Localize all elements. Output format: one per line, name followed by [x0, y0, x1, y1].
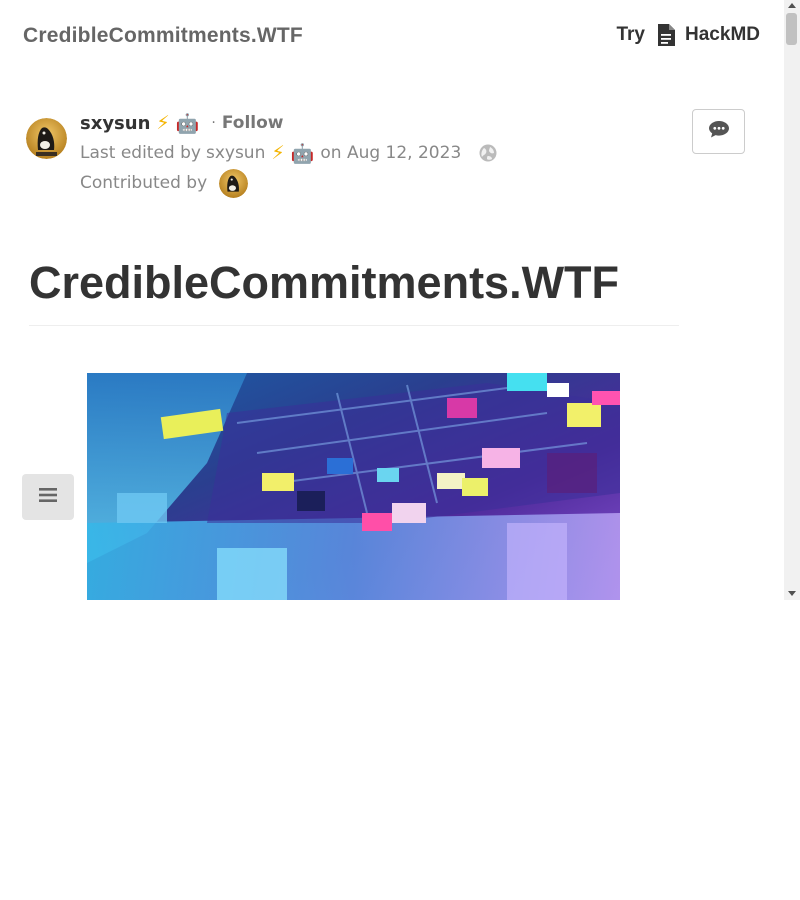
author-avatar[interactable] [26, 118, 67, 159]
try-label: Try [616, 24, 646, 45]
scroll-thumb[interactable] [786, 13, 797, 45]
comment-icon [708, 120, 730, 143]
title-divider [29, 325, 679, 326]
robot-emoji: 🤖 [290, 142, 315, 165]
contributed-label: Contributed by [80, 173, 208, 193]
bolt-emoji: ⚡ [156, 112, 170, 134]
toc-toggle-button[interactable] [22, 474, 74, 520]
bars-icon [39, 487, 57, 508]
hero-image [87, 373, 620, 600]
page-viewport: CredibleCommitments.WTF Try HackMD sxysu… [0, 0, 800, 600]
robot-emoji: 🤖 [175, 112, 200, 135]
follow-button[interactable]: Follow [222, 113, 284, 133]
editor-name-link[interactable]: sxysun [206, 143, 265, 163]
dot-separator: · [211, 115, 216, 131]
scroll-up-arrow[interactable] [788, 3, 796, 8]
file-text-icon [657, 24, 676, 46]
last-edited-prefix: Last edited by [80, 143, 201, 163]
comment-button[interactable] [692, 109, 745, 154]
hackmd-label: HackMD [685, 24, 760, 45]
scroll-down-arrow[interactable] [788, 591, 796, 596]
last-edited-line: Last edited by sxysun ⚡ 🤖 on Aug 12, 202… [80, 138, 680, 168]
contributor-avatar[interactable] [219, 168, 249, 198]
author-line: sxysun ⚡ 🤖 · Follow [80, 108, 680, 138]
site-brand-link[interactable]: CredibleCommitments.WTF [23, 24, 303, 48]
edit-date: on Aug 12, 2023 [320, 143, 462, 163]
globe-icon[interactable] [479, 144, 497, 162]
try-hackmd: Try HackMD [616, 24, 760, 46]
vertical-scrollbar[interactable] [784, 0, 800, 600]
author-name-link[interactable]: sxysun [80, 113, 150, 134]
hackmd-link[interactable]: HackMD [657, 24, 760, 46]
document-title: CredibleCommitments.WTF [29, 257, 620, 308]
meta-lines: sxysun ⚡ 🤖 · Follow Last edited by sxysu… [80, 108, 680, 198]
top-navbar: CredibleCommitments.WTF Try HackMD [0, 0, 784, 74]
bolt-emoji: ⚡ [271, 142, 285, 164]
contributed-line: Contributed by [80, 168, 680, 198]
